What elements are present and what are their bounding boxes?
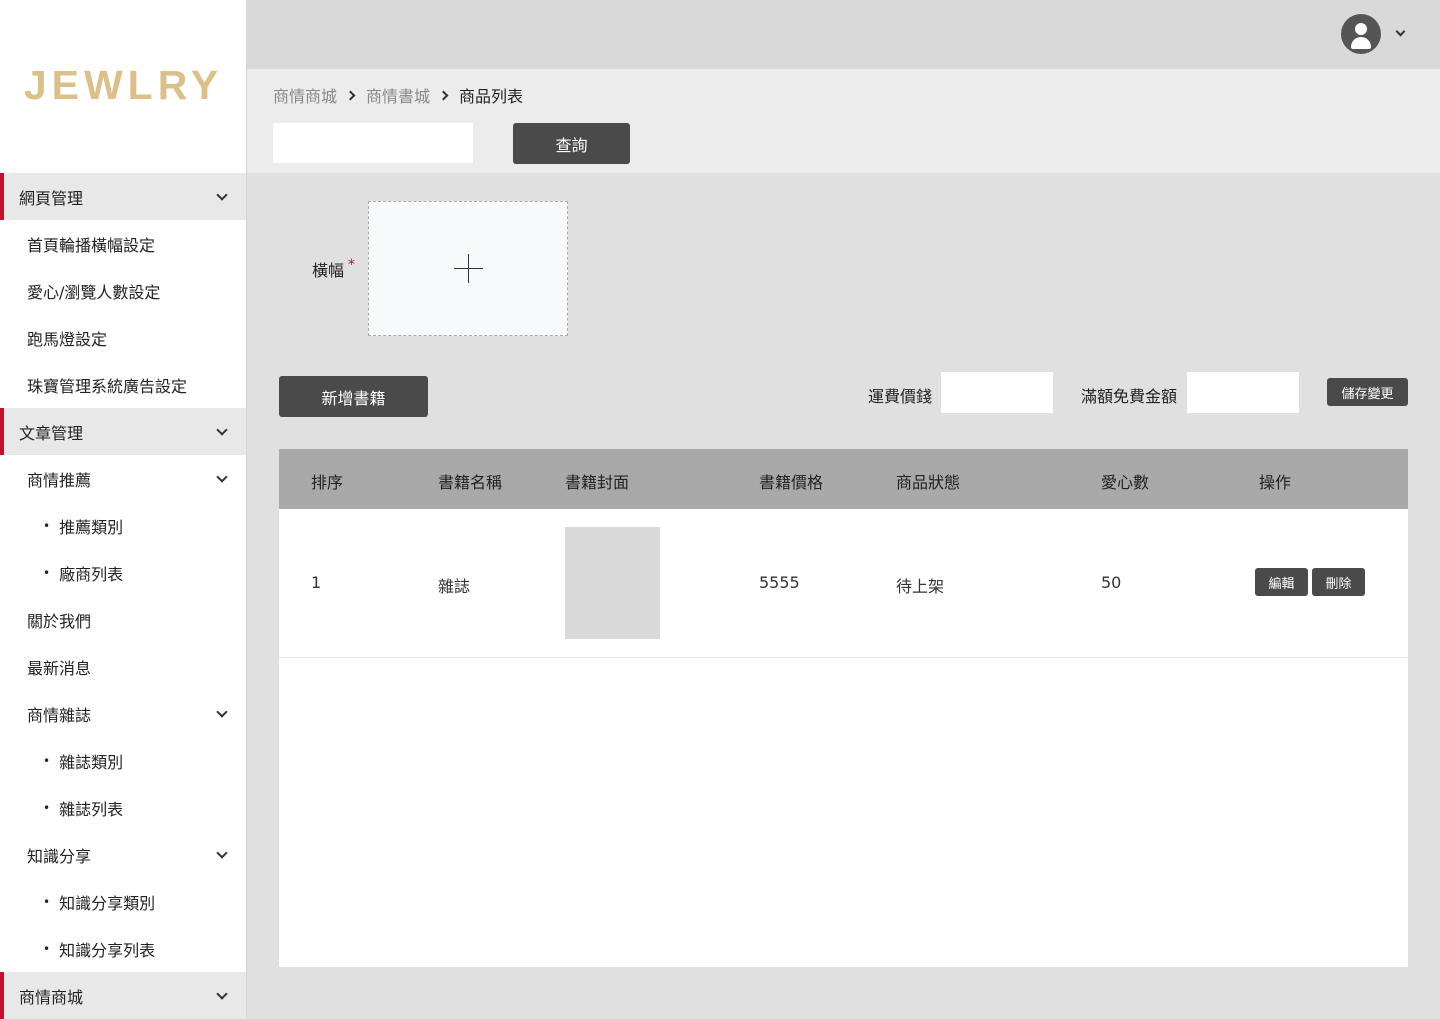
save-changes-button[interactable]: 儲存變更 (1327, 378, 1408, 406)
sidebar-item-label: 商情雜誌 (27, 705, 92, 725)
sidebar-item-label: 最新消息 (27, 658, 92, 678)
sidebar-item-label: 首頁輪播橫幅設定 (27, 235, 156, 255)
sidebar-item-label: 跑馬燈設定 (27, 329, 108, 349)
sidebar-item[interactable]: 商情推薦 (0, 455, 246, 502)
chevron-down-icon[interactable] (216, 847, 228, 859)
sidebar-item[interactable]: • 廠商列表 (0, 549, 246, 596)
search-button[interactable]: 查詢 (513, 123, 630, 164)
sidebar-item[interactable]: 跑馬燈設定 (0, 314, 246, 361)
column-header-name: 書籍名稱 (438, 473, 503, 492)
table-row: 1 雜誌 5555 待上架 50 編輯 刪除 (279, 509, 1408, 658)
top-bar (247, 0, 1440, 69)
user-avatar-icon[interactable] (1341, 14, 1381, 54)
chevron-down-icon[interactable] (216, 424, 228, 436)
free-threshold-label: 滿額免費金額 (1081, 387, 1178, 406)
chevron-right-icon (345, 90, 356, 100)
cell-name: 雜誌 (438, 577, 471, 596)
sidebar-item-label: 雜誌列表 (59, 799, 124, 819)
bullet-icon: • (43, 941, 51, 956)
sidebar-item-label: 文章管理 (19, 423, 84, 443)
sidebar-item-label: 關於我們 (27, 611, 92, 631)
column-header-cover: 書籍封面 (565, 473, 630, 492)
avatar-body-shape (1351, 37, 1371, 49)
cell-price: 5555 (759, 573, 800, 592)
sidebar-item[interactable]: 商情商城 (0, 972, 246, 1019)
sidebar-item[interactable]: 文章管理 (0, 408, 246, 455)
sidebar-item-label: 網頁管理 (19, 188, 84, 208)
column-header-likes: 愛心數 (1101, 473, 1150, 492)
avatar-head-shape (1355, 23, 1367, 35)
add-book-button[interactable]: 新增書籍 (279, 376, 428, 417)
breadcrumb-item-mall[interactable]: 商情商城 (273, 83, 337, 107)
banner-label-text: 橫幅 (312, 261, 345, 280)
column-header-price: 書籍價格 (759, 473, 824, 492)
chevron-down-icon[interactable] (1395, 26, 1406, 37)
cell-likes: 50 (1101, 573, 1122, 592)
breadcrumb-item-current: 商品列表 (459, 87, 524, 106)
cell-status: 待上架 (896, 577, 945, 596)
sidebar-item[interactable]: • 推薦類別 (0, 502, 246, 549)
required-mark: * (348, 257, 356, 273)
shipping-fee-input[interactable] (941, 372, 1053, 413)
sidebar-item-label: 商情推薦 (27, 470, 92, 490)
column-header-order: 排序 (311, 473, 344, 492)
chevron-down-icon[interactable] (216, 706, 228, 718)
sidebar-item-label: 珠寶管理系統廣告設定 (27, 376, 188, 396)
bullet-icon: • (43, 800, 51, 815)
sidebar-item-label: 愛心/瀏覽人數設定 (27, 282, 161, 302)
search-input[interactable] (273, 123, 473, 163)
sidebar-item-label: 推薦類別 (59, 517, 124, 537)
shipping-fee-label: 運費價錢 (868, 387, 933, 406)
product-table: 排序 書籍名稱 書籍封面 書籍價格 商品狀態 愛心數 操作 1 雜誌 5555 … (279, 449, 1408, 967)
sidebar-item[interactable]: 關於我們 (0, 596, 246, 643)
sidebar-menu: 網頁管理首頁輪播橫幅設定 愛心/瀏覽人數設定 跑馬燈設定珠寶管理系統廣告設定文章管理… (0, 173, 246, 1019)
chevron-down-icon[interactable] (216, 471, 228, 483)
delete-button[interactable]: 刪除 (1312, 568, 1365, 596)
sidebar-item-label: 知識分享類別 (59, 893, 156, 913)
banner-label: 橫幅 * (312, 257, 355, 281)
sidebar-item[interactable]: 知識分享 (0, 831, 246, 878)
edit-button[interactable]: 編輯 (1255, 568, 1308, 596)
sidebar-item-label: 商情商城 (19, 987, 84, 1007)
sidebar-item[interactable]: • 知識分享列表 (0, 925, 246, 972)
column-header-actions: 操作 (1259, 473, 1292, 492)
bullet-icon: • (43, 518, 51, 533)
sidebar-item-label: 知識分享 (27, 846, 92, 866)
free-threshold-input[interactable] (1187, 372, 1299, 413)
plus-icon-vertical (468, 254, 469, 283)
breadcrumb: 商情商城 商情書城 商品列表 (273, 83, 523, 107)
sidebar-item-label: 廠商列表 (59, 564, 124, 584)
sidebar-item[interactable]: • 雜誌類別 (0, 737, 246, 784)
sidebar-item[interactable]: 首頁輪播橫幅設定 (0, 220, 246, 267)
brand-logo[interactable]: JEWLRY (0, 62, 247, 109)
sidebar-item[interactable]: • 知識分享類別 (0, 878, 246, 925)
sidebar-item[interactable]: 網頁管理 (0, 173, 246, 220)
sidebar-item[interactable]: • 雜誌列表 (0, 784, 246, 831)
sidebar-item[interactable]: 愛心/瀏覽人數設定 (0, 267, 246, 314)
sidebar-item-label: 雜誌類別 (59, 752, 124, 772)
cell-order: 1 (311, 573, 322, 592)
book-cover-image (565, 527, 660, 639)
banner-upload-box[interactable] (368, 201, 568, 336)
sidebar-item[interactable]: 最新消息 (0, 643, 246, 690)
bullet-icon: • (43, 565, 51, 580)
chevron-down-icon[interactable] (216, 189, 228, 201)
column-header-status: 商品狀態 (896, 473, 961, 492)
sidebar-item-label: 知識分享列表 (59, 940, 156, 960)
bullet-icon: • (43, 894, 51, 909)
chevron-down-icon[interactable] (216, 988, 228, 1000)
table-header: 排序 書籍名稱 書籍封面 書籍價格 商品狀態 愛心數 操作 (279, 449, 1408, 509)
bullet-icon: • (43, 753, 51, 768)
search-area: 商情商城 商情書城 商品列表 查詢 (247, 69, 1440, 173)
breadcrumb-item-bookstore[interactable]: 商情書城 (366, 83, 430, 107)
sidebar: JEWLRY 網頁管理首頁輪播橫幅設定 愛心/瀏覽人數設定 跑馬燈設定珠寶管理系統廣… (0, 0, 247, 1019)
sidebar-item[interactable]: 商情雜誌 (0, 690, 246, 737)
sidebar-item[interactable]: 珠寶管理系統廣告設定 (0, 361, 246, 408)
chevron-right-icon (438, 90, 449, 100)
